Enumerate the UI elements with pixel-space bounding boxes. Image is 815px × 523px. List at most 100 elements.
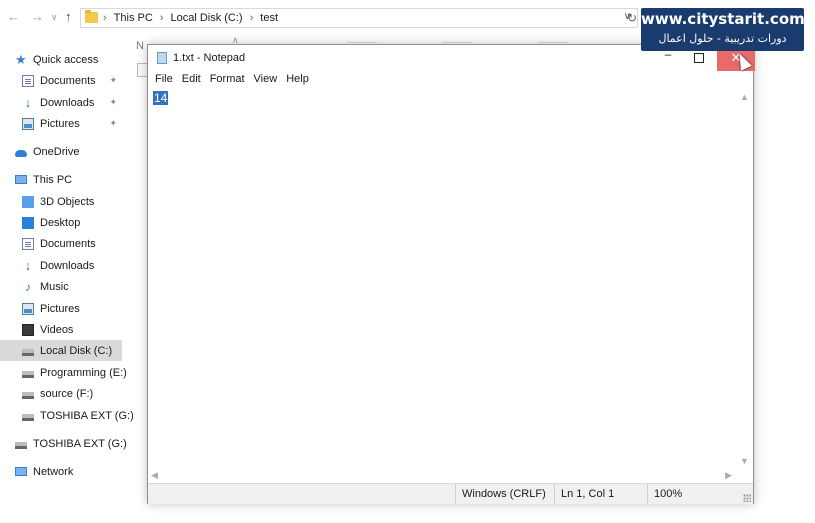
menu-help[interactable]: Help xyxy=(285,71,314,89)
nav-music[interactable]: ♪ Music xyxy=(0,276,122,297)
scroll-left-icon[interactable]: ◀ xyxy=(151,470,158,481)
nav-downloads[interactable]: ↓ Downloads xyxy=(0,255,122,276)
network-icon xyxy=(15,467,27,476)
nav-label: 3D Objects xyxy=(40,195,95,208)
menu-format[interactable]: Format xyxy=(209,71,250,89)
status-zoom: 100% xyxy=(647,484,737,504)
nav-quick-downloads[interactable]: ↓ Downloads ✦ xyxy=(0,92,122,113)
nav-label: Local Disk (C:) xyxy=(40,344,113,357)
back-arrow-icon[interactable]: ← xyxy=(7,9,20,24)
status-encoding: Windows (CRLF) xyxy=(455,484,554,504)
notepad-icon xyxy=(157,52,167,64)
nav-3d-objects[interactable]: 3D Objects xyxy=(0,191,122,212)
nav-label: Documents xyxy=(40,237,96,250)
pictures-icon xyxy=(22,117,34,130)
breadcrumb-chevron-icon[interactable]: › xyxy=(250,12,254,24)
menu-edit[interactable]: Edit xyxy=(181,71,206,89)
resize-grip-icon[interactable] xyxy=(743,494,751,502)
breadcrumb[interactable]: › This PC › Local Disk (C:) › test ∨ xyxy=(80,8,638,28)
refresh-icon[interactable]: ↻ xyxy=(627,11,637,25)
music-note-icon: ♪ xyxy=(25,279,31,294)
nav-label: Desktop xyxy=(40,216,81,229)
breadcrumb-test[interactable]: test xyxy=(260,12,278,24)
nav-local-disk-c[interactable]: Local Disk (C:) xyxy=(0,340,122,361)
nav-label: TOSHIBA EXT (G:) xyxy=(33,437,127,450)
nav-toshiba-ext-g[interactable]: TOSHIBA EXT (G:) xyxy=(0,405,134,426)
download-arrow-icon: ↓ xyxy=(24,257,32,273)
nav-label: Network xyxy=(33,465,74,478)
watermark-tagline: دورات تدريبية - حلول اعمال xyxy=(658,32,787,45)
documents-icon xyxy=(22,237,34,250)
nav-label: Downloads xyxy=(40,96,95,109)
breadcrumb-chevron-icon[interactable]: › xyxy=(160,12,164,24)
computer-icon xyxy=(15,175,27,184)
nav-label: Videos xyxy=(40,323,74,336)
status-cursor-position: Ln 1, Col 1 xyxy=(554,484,647,504)
nav-label: Programming (E:) xyxy=(40,366,127,379)
documents-icon xyxy=(22,74,34,87)
nav-network[interactable]: Network xyxy=(0,461,122,482)
scroll-down-icon[interactable]: ▼ xyxy=(740,456,749,466)
folder-icon xyxy=(85,10,98,23)
up-arrow-icon[interactable]: ↑ xyxy=(65,9,72,24)
forward-arrow-icon[interactable]: → xyxy=(31,9,44,24)
pictures-icon xyxy=(22,302,34,315)
nav-desktop[interactable]: Desktop xyxy=(0,212,122,233)
video-icon xyxy=(22,323,34,336)
nav-label: Quick access xyxy=(33,53,99,66)
nav-quick-documents[interactable]: Documents ✦ xyxy=(0,70,122,91)
watermark-banner: www.citystarit.com دورات تدريبية - حلول … xyxy=(641,8,805,51)
horizontal-scrollbar[interactable]: ◀ ▶ xyxy=(149,469,736,483)
download-arrow-icon: ↓ xyxy=(24,94,32,110)
cube-icon xyxy=(22,195,34,208)
nav-source-f[interactable]: source (F:) xyxy=(0,383,122,404)
desktop-icon xyxy=(22,216,34,229)
window-title: 1.txt - Notepad xyxy=(173,52,246,64)
pin-icon[interactable]: ✦ xyxy=(109,118,117,129)
menu-bar: File Edit Format View Help xyxy=(148,71,753,89)
drive-icon xyxy=(22,392,34,399)
nav-quick-access[interactable]: ★ Quick access xyxy=(0,49,122,70)
breadcrumb-this-pc[interactable]: This PC xyxy=(114,12,153,24)
nav-label: OneDrive xyxy=(33,145,80,158)
nav-videos[interactable]: Videos xyxy=(0,319,122,340)
column-header-separator xyxy=(442,42,472,43)
breadcrumb-local-disk[interactable]: Local Disk (C:) xyxy=(170,12,242,24)
column-header-name[interactable]: N xyxy=(136,40,144,52)
nav-label: This PC xyxy=(33,173,73,186)
vertical-scrollbar[interactable]: ▲ ▼ xyxy=(736,89,753,469)
selected-text[interactable]: 14 xyxy=(153,91,169,105)
scroll-right-icon[interactable]: ▶ xyxy=(725,470,732,481)
column-header-separator xyxy=(347,42,377,43)
scroll-up-icon[interactable]: ▲ xyxy=(740,92,749,102)
menu-view[interactable]: View xyxy=(253,71,283,89)
nav-label: Pictures xyxy=(40,302,80,315)
nav-label: Pictures xyxy=(40,117,80,130)
column-header-separator xyxy=(538,42,568,43)
breadcrumb-chevron-icon: › xyxy=(103,12,107,24)
navigation-pane: ★ Quick access Documents ✦ ↓ Downloads ✦… xyxy=(0,44,134,523)
nav-label: Documents xyxy=(40,74,96,87)
pin-icon[interactable]: ✦ xyxy=(109,75,117,86)
nav-onedrive[interactable]: OneDrive xyxy=(0,141,122,162)
nav-quick-pictures[interactable]: Pictures ✦ xyxy=(0,113,122,134)
nav-toshiba-ext-g-root[interactable]: TOSHIBA EXT (G:) xyxy=(0,433,127,454)
nav-label: TOSHIBA EXT (G:) xyxy=(40,409,134,422)
nav-pictures[interactable]: Pictures xyxy=(0,298,122,319)
nav-label: Music xyxy=(40,280,69,293)
watermark-site: www.citystarit.com xyxy=(641,10,805,28)
nav-label: source (F:) xyxy=(40,387,94,400)
nav-programming-e[interactable]: Programming (E:) xyxy=(0,362,127,383)
menu-file[interactable]: File xyxy=(154,71,178,89)
text-editor[interactable]: 14 xyxy=(149,89,736,469)
star-icon: ★ xyxy=(15,51,27,67)
status-bar: Windows (CRLF) Ln 1, Col 1 100% xyxy=(148,483,753,504)
cloud-icon xyxy=(15,149,27,157)
nav-documents[interactable]: Documents xyxy=(0,233,122,254)
drive-icon xyxy=(15,442,27,449)
nav-this-pc[interactable]: This PC xyxy=(0,169,122,190)
pin-icon[interactable]: ✦ xyxy=(109,97,117,108)
drive-icon xyxy=(22,414,34,421)
drive-icon xyxy=(22,371,34,378)
recent-locations-chevron-down-icon[interactable]: ∨ xyxy=(51,12,58,23)
